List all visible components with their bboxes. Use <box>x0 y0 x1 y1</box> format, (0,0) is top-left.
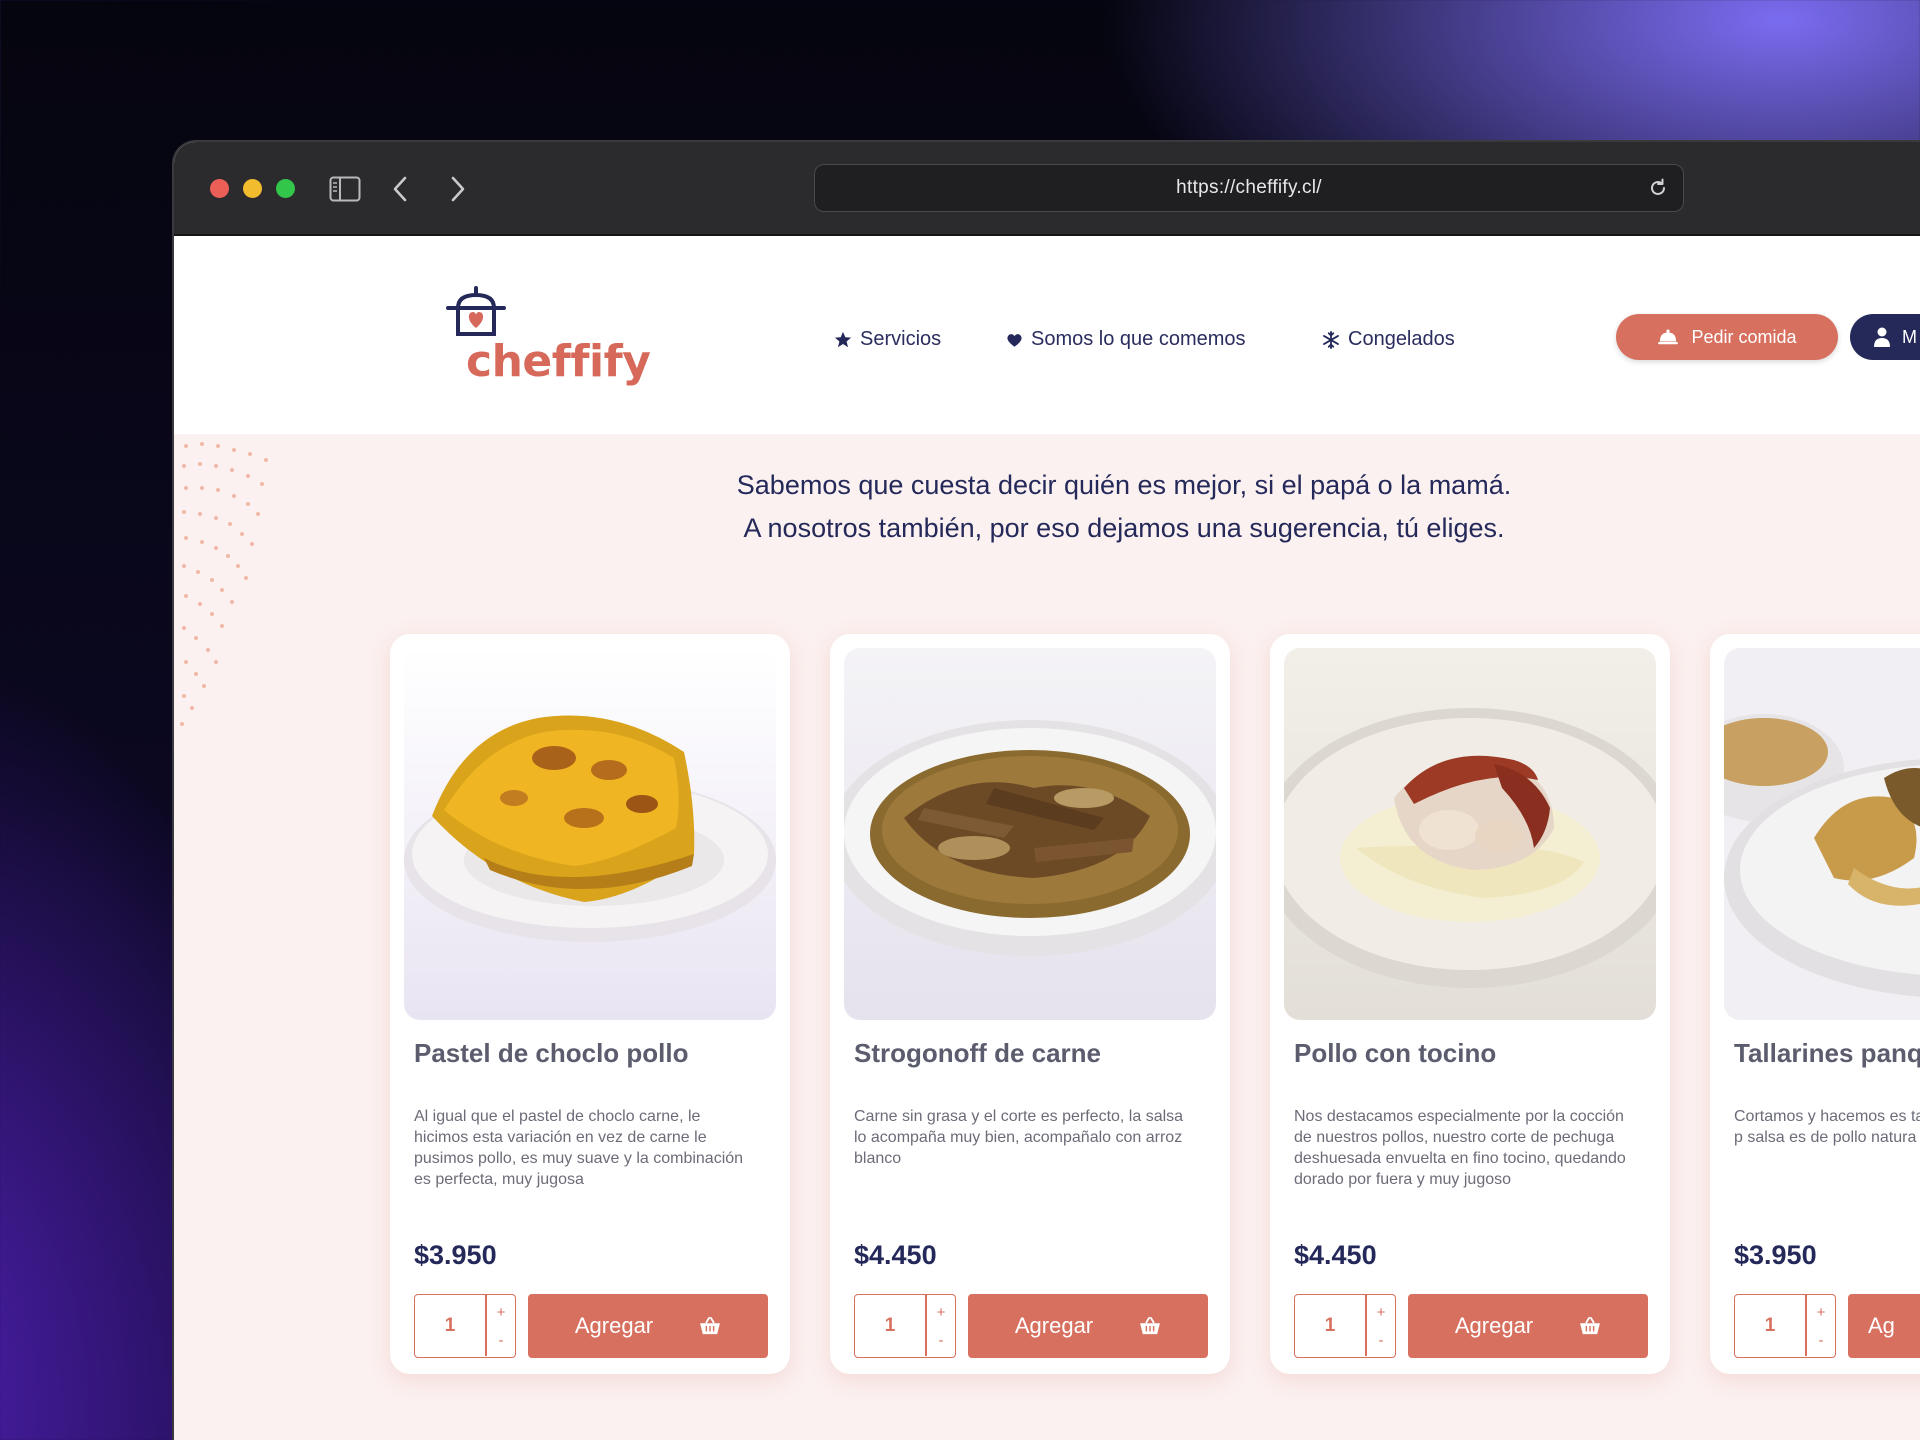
site-header: cheffify Servicios Somos lo que comemos … <box>174 236 1920 434</box>
product-card-strogonoff: Strogonoff de carne Carne sin grasa y el… <box>830 634 1230 1374</box>
user-icon <box>1874 327 1890 347</box>
product-price: $3.950 <box>414 1240 497 1270</box>
product-description: Al igual que el pastel de choclo carne, … <box>414 1108 744 1188</box>
account-label: M <box>1902 326 1917 347</box>
main-content: Sabemos que cuesta decir quién es mejor,… <box>174 434 1920 1440</box>
nav-item-congelados[interactable]: Congelados <box>1322 328 1455 351</box>
quantity-increment-button[interactable]: + <box>1367 1297 1395 1327</box>
browser-toolbar: https://cheffify.cl/ <box>174 142 1920 236</box>
forward-arrow-icon[interactable] <box>444 172 472 206</box>
quantity-input[interactable]: 1 <box>855 1295 925 1356</box>
quantity-decrement-button[interactable]: - <box>1367 1325 1395 1355</box>
product-description: Cortamos y hacemos es tallarines con nue… <box>1734 1108 1920 1146</box>
product-image-strogonoff[interactable] <box>844 648 1216 1020</box>
product-price: $4.450 <box>1294 1240 1377 1270</box>
nav-item-somos[interactable]: Somos lo que comemos <box>1006 328 1246 351</box>
quantity-input[interactable]: 1 <box>1295 1295 1365 1356</box>
basket-icon <box>1140 1317 1161 1335</box>
product-card-pastel-de-choclo: Pastel de choclo pollo Al igual que el p… <box>390 634 790 1374</box>
dots-decoration-icon <box>180 442 268 726</box>
nav-label-somos: Somos lo que comemos <box>1031 328 1246 350</box>
account-button[interactable]: M <box>1850 314 1920 360</box>
quantity-input[interactable]: 1 <box>415 1295 485 1356</box>
quantity-increment-button[interactable]: + <box>1807 1297 1835 1327</box>
order-food-button[interactable]: Pedir comida <box>1616 314 1838 360</box>
browser-window: https://cheffify.cl/ cheffify Servicios … <box>174 142 1920 1440</box>
quantity-input[interactable]: 1 <box>1735 1295 1805 1356</box>
product-description: Nos destacamos especialmente por la cocc… <box>1294 1108 1626 1188</box>
product-description: Carne sin grasa y el corte es perfecto, … <box>854 1108 1184 1167</box>
heart-icon <box>1007 333 1022 347</box>
logo[interactable]: cheffify <box>444 286 651 387</box>
maximize-window-button[interactable] <box>276 179 295 198</box>
product-title: Pastel de choclo pollo <box>414 1038 689 1068</box>
add-to-cart-button[interactable]: Agregar <box>1408 1294 1648 1358</box>
tagline-line-2: A nosotros también, por eso dejamos una … <box>743 513 1505 543</box>
basket-icon <box>700 1317 721 1335</box>
product-card-tallarines: Tallarines panq salsa pollo Cortamos y h… <box>1710 634 1920 1374</box>
add-to-cart-label: Agregar <box>1454 1313 1534 1338</box>
product-price: $3.950 <box>1734 1240 1817 1270</box>
snowflake-icon <box>1323 330 1339 349</box>
product-title: Strogonoff de carne <box>854 1038 1102 1068</box>
add-to-cart-button[interactable]: Agregar <box>968 1294 1208 1358</box>
quantity-stepper: 1 + - <box>414 1294 516 1358</box>
add-to-cart-button[interactable]: Agregar <box>528 1294 768 1358</box>
quantity-stepper: 1 + - <box>854 1294 956 1358</box>
add-to-cart-label: Ag <box>1868 1313 1895 1338</box>
order-food-label: Pedir comida <box>1691 326 1797 347</box>
product-image-pastel-de-choclo[interactable] <box>404 648 776 1020</box>
product-image-pollo-con-tocino[interactable] <box>1284 648 1656 1020</box>
add-to-cart-label: Agregar <box>574 1313 654 1338</box>
product-image-tallarines[interactable] <box>1724 648 1920 1020</box>
quantity-decrement-button[interactable]: - <box>487 1325 515 1355</box>
address-bar[interactable]: https://cheffify.cl/ <box>814 164 1684 212</box>
quantity-decrement-button[interactable]: - <box>1807 1325 1835 1355</box>
quantity-increment-button[interactable]: + <box>927 1297 955 1327</box>
reload-icon[interactable] <box>1647 177 1669 199</box>
tagline-line-1: Sabemos que cuesta decir quién es mejor,… <box>736 470 1512 500</box>
cloche-icon <box>1658 329 1679 345</box>
tagline: Sabemos que cuesta decir quién es mejor,… <box>674 464 1574 550</box>
basket-icon <box>1580 1317 1601 1335</box>
quantity-increment-button[interactable]: + <box>487 1297 515 1327</box>
url-text: https://cheffify.cl/ <box>1176 177 1322 198</box>
nav-label-congelados: Congelados <box>1348 328 1455 350</box>
add-to-cart-button[interactable]: Ag <box>1848 1294 1920 1358</box>
add-to-cart-label: Agregar <box>1014 1313 1094 1338</box>
back-arrow-icon[interactable] <box>386 172 414 206</box>
product-card-pollo-con-tocino: Pollo con tocino Nos destacamos especial… <box>1270 634 1670 1374</box>
product-title: Tallarines panq salsa pollo <box>1734 1038 1920 1068</box>
quantity-stepper: 1 + - <box>1294 1294 1396 1358</box>
logo-text: cheffify <box>466 336 651 387</box>
nav-item-servicios[interactable]: Servicios <box>834 328 941 351</box>
quantity-stepper: 1 + - <box>1734 1294 1836 1358</box>
nav-label-servicios: Servicios <box>860 328 942 350</box>
sidebar-toggle-icon[interactable] <box>328 172 362 206</box>
quantity-decrement-button[interactable]: - <box>927 1325 955 1355</box>
product-title: Pollo con tocino <box>1294 1038 1497 1068</box>
product-price: $4.450 <box>854 1240 937 1270</box>
minimize-window-button[interactable] <box>243 179 262 198</box>
close-window-button[interactable] <box>210 179 229 198</box>
star-icon <box>834 331 852 347</box>
